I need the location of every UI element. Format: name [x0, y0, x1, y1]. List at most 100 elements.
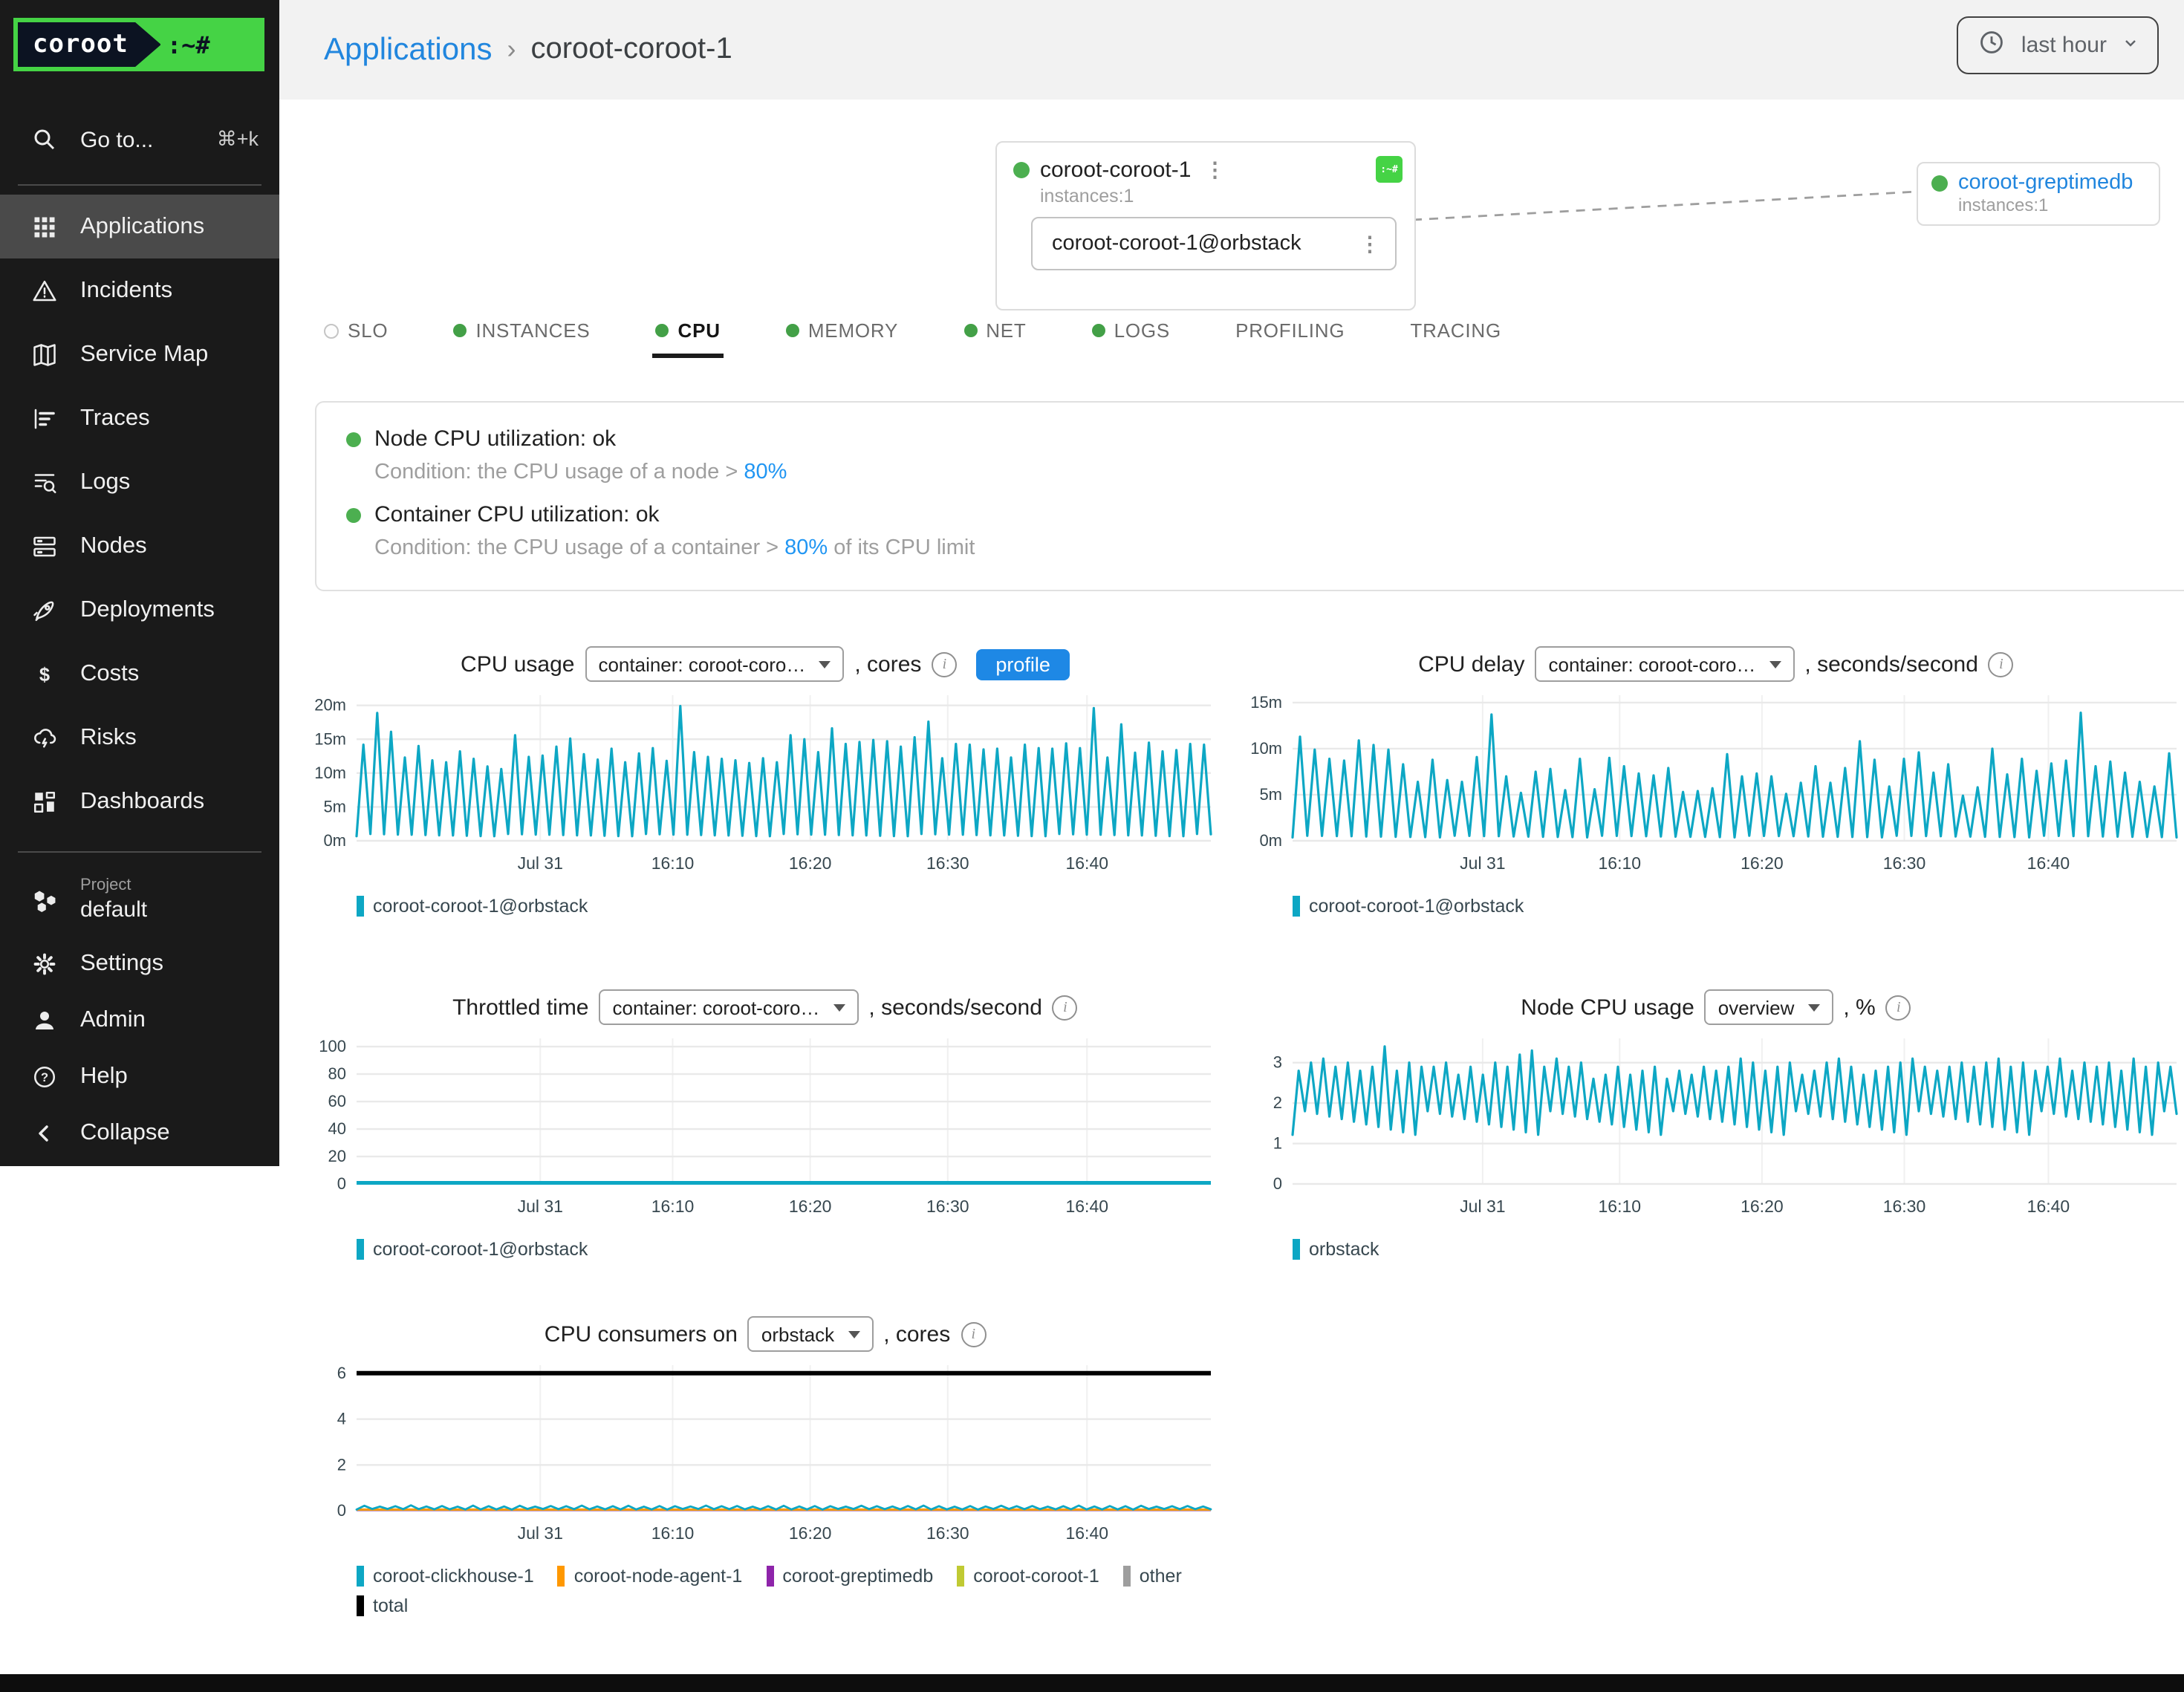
chevron-down-icon	[2122, 32, 2139, 59]
svg-text:0m: 0m	[323, 831, 346, 850]
sidebar-item-label: Deployments	[80, 596, 215, 623]
info-icon[interactable]: i	[1053, 995, 1078, 1020]
chart-unit-suffix: , cores	[854, 651, 921, 677]
legend-label: coroot-coroot-1	[973, 1566, 1099, 1587]
chart-title-node-cpu-usage: Node CPU usage overview , % i	[1248, 988, 2184, 1026]
tab-label: NET	[986, 319, 1026, 342]
legend-label: orbstack	[1309, 1239, 1379, 1260]
app-menu-kebab-icon[interactable]: ⋮	[1201, 157, 1228, 182]
sidebar-item-deployments[interactable]: Deployments	[0, 578, 279, 642]
tab-instances[interactable]: INSTANCES	[450, 313, 593, 354]
chart-title-cpu-consumers: CPU consumers onorbstack, coresi	[312, 1315, 1218, 1353]
legend-item-coroot-node-agent-1[interactable]: coroot-node-agent-1	[558, 1566, 743, 1587]
legend-item-coroot-coroot-1-orbstack[interactable]: coroot-coroot-1@orbstack	[1293, 896, 1524, 917]
chevron-left-icon	[30, 1119, 59, 1148]
instance-menu-kebab-icon[interactable]: ⋮	[1356, 231, 1383, 256]
sidebar-item-label: Settings	[80, 951, 163, 977]
tab-slo[interactable]: SLO	[321, 313, 391, 354]
tab-logs[interactable]: LOGS	[1089, 313, 1173, 354]
check-threshold-link[interactable]: 80%	[744, 461, 787, 484]
svg-text:16:10: 16:10	[1599, 853, 1642, 873]
svg-text:40: 40	[328, 1119, 346, 1138]
chart-selector-cpu-usage[interactable]: container: coroot-coro…	[585, 646, 844, 682]
sidebar-item-settings[interactable]: Settings	[0, 936, 279, 992]
sidebar-item-label: Incidents	[80, 277, 172, 304]
sidebar-item-costs[interactable]: $Costs	[0, 642, 279, 706]
chart-selector-cpu-consumers[interactable]: orbstack	[748, 1316, 873, 1352]
legend-item-coroot-coroot-1-orbstack[interactable]: coroot-coroot-1@orbstack	[357, 896, 588, 917]
instance-box[interactable]: coroot-coroot-1@orbstack ⋮	[1031, 217, 1397, 270]
chart-plot-cpu-usage: 0m5m10m15m20mJul 3116:1016:2016:3016:40	[312, 683, 1218, 879]
sidebar-item-risks[interactable]: Risks	[0, 706, 279, 769]
info-icon[interactable]: i	[961, 1321, 986, 1347]
time-range-picker[interactable]: last hour	[1957, 16, 2159, 74]
warning-triangle-icon	[30, 276, 59, 305]
tab-label: MEMORY	[808, 319, 898, 342]
svg-text:20m: 20m	[314, 696, 346, 715]
sidebar-item-incidents[interactable]: Incidents	[0, 258, 279, 322]
nodes-icon	[30, 531, 59, 561]
legend-item-coroot-coroot-1[interactable]: coroot-coroot-1	[957, 1566, 1099, 1587]
tab-status-dot	[1092, 324, 1105, 337]
svg-text:2: 2	[1273, 1093, 1282, 1112]
tab-cpu[interactable]: CPU	[653, 313, 724, 358]
goto-search[interactable]: Go to... ⌘+k	[0, 113, 279, 166]
sidebar-item-traces[interactable]: Traces	[0, 386, 279, 450]
chart-selector-cpu-delay[interactable]: container: coroot-coro…	[1535, 646, 1795, 682]
profile-button[interactable]: profile	[976, 648, 1070, 680]
tab-profiling[interactable]: PROFILING	[1232, 313, 1348, 354]
chart-selector-throttled-time[interactable]: container: coroot-coro…	[599, 989, 859, 1025]
sidebar-item-applications[interactable]: Applications	[0, 195, 279, 258]
legend-item-orbstack[interactable]: orbstack	[1293, 1239, 1379, 1260]
sidebar-item-service-map[interactable]: Service Map	[0, 322, 279, 386]
legend-swatch	[357, 896, 364, 917]
legend-item-coroot-greptimedb[interactable]: coroot-greptimedb	[766, 1566, 933, 1587]
person-icon	[30, 1006, 59, 1035]
sidebar-item-collapse[interactable]: Collapse	[0, 1105, 279, 1162]
svg-text:16:30: 16:30	[1883, 1197, 1926, 1216]
chart-selector-value: overview	[1718, 996, 1795, 1018]
tab-tracing[interactable]: TRACING	[1407, 313, 1504, 354]
chart-title-text: Node CPU usage	[1521, 995, 1694, 1020]
svg-text:2: 2	[337, 1455, 346, 1474]
sidebar-item-admin[interactable]: Admin	[0, 992, 279, 1049]
chart-plot-cpu-delay: 0m5m10m15mJul 3116:1016:2016:3016:40	[1248, 683, 2184, 879]
svg-text:6: 6	[337, 1364, 346, 1382]
chart-unit-suffix: , cores	[883, 1321, 950, 1347]
tab-memory[interactable]: MEMORY	[783, 313, 901, 354]
legend-item-total[interactable]: total	[357, 1595, 408, 1616]
legend-label: coroot-node-agent-1	[574, 1566, 743, 1587]
chart-selector-value: container: coroot-coro…	[613, 996, 820, 1018]
project-switcher[interactable]: Project default	[0, 865, 279, 936]
legend-label: coroot-coroot-1@orbstack	[1309, 896, 1524, 917]
legend-swatch	[1293, 1239, 1300, 1260]
sidebar-menu: Applications Incidents Service MapTracesLo…	[0, 195, 279, 833]
sidebar-item-logs[interactable]: Logs	[0, 450, 279, 514]
sidebar-item-dashboards[interactable]: Dashboards	[0, 769, 279, 833]
chart-selector-node-cpu-usage[interactable]: overview	[1705, 989, 1833, 1025]
tab-label: INSTANCES	[475, 319, 590, 342]
info-icon[interactable]: i	[1886, 995, 1911, 1020]
breadcrumb-current-page: coroot-coroot-1	[530, 33, 732, 67]
breadcrumb-applications-link[interactable]: Applications	[324, 32, 492, 68]
caret-down-icon	[1807, 1003, 1819, 1011]
legend-item-coroot-clickhouse-1[interactable]: coroot-clickhouse-1	[357, 1566, 534, 1587]
chart-unit-suffix: , %	[1843, 995, 1875, 1020]
sidebar-item-label: Nodes	[80, 533, 147, 559]
coroot-logo[interactable]: coroot :~#	[13, 18, 264, 71]
legend-item-coroot-coroot-1-orbstack[interactable]: coroot-coroot-1@orbstack	[357, 1239, 588, 1260]
info-icon[interactable]: i	[1989, 651, 2014, 677]
tab-net[interactable]: NET	[961, 313, 1029, 354]
chart-title-throttled-time: Throttled timecontainer: coroot-coro…, s…	[312, 988, 1218, 1026]
chart-cpu-usage: CPU usagecontainer: coroot-coro…, coresi…	[312, 645, 1218, 917]
check-threshold-link[interactable]: 80%	[784, 536, 828, 560]
info-icon[interactable]: i	[932, 651, 957, 677]
sidebar-item-help[interactable]: ?Help	[0, 1049, 279, 1105]
check-title: Container CPU utilization: ok	[374, 502, 660, 527]
instances-count: instances:1	[1040, 186, 1414, 206]
legend-item-other[interactable]: other	[1123, 1566, 1182, 1587]
check-condition: Condition: the CPU usage of a container …	[374, 536, 2162, 560]
svg-text:?: ?	[41, 1071, 48, 1084]
sidebar-item-nodes[interactable]: Nodes	[0, 514, 279, 578]
upstream-app-link[interactable]: coroot-greptimedb	[1958, 171, 2133, 195]
